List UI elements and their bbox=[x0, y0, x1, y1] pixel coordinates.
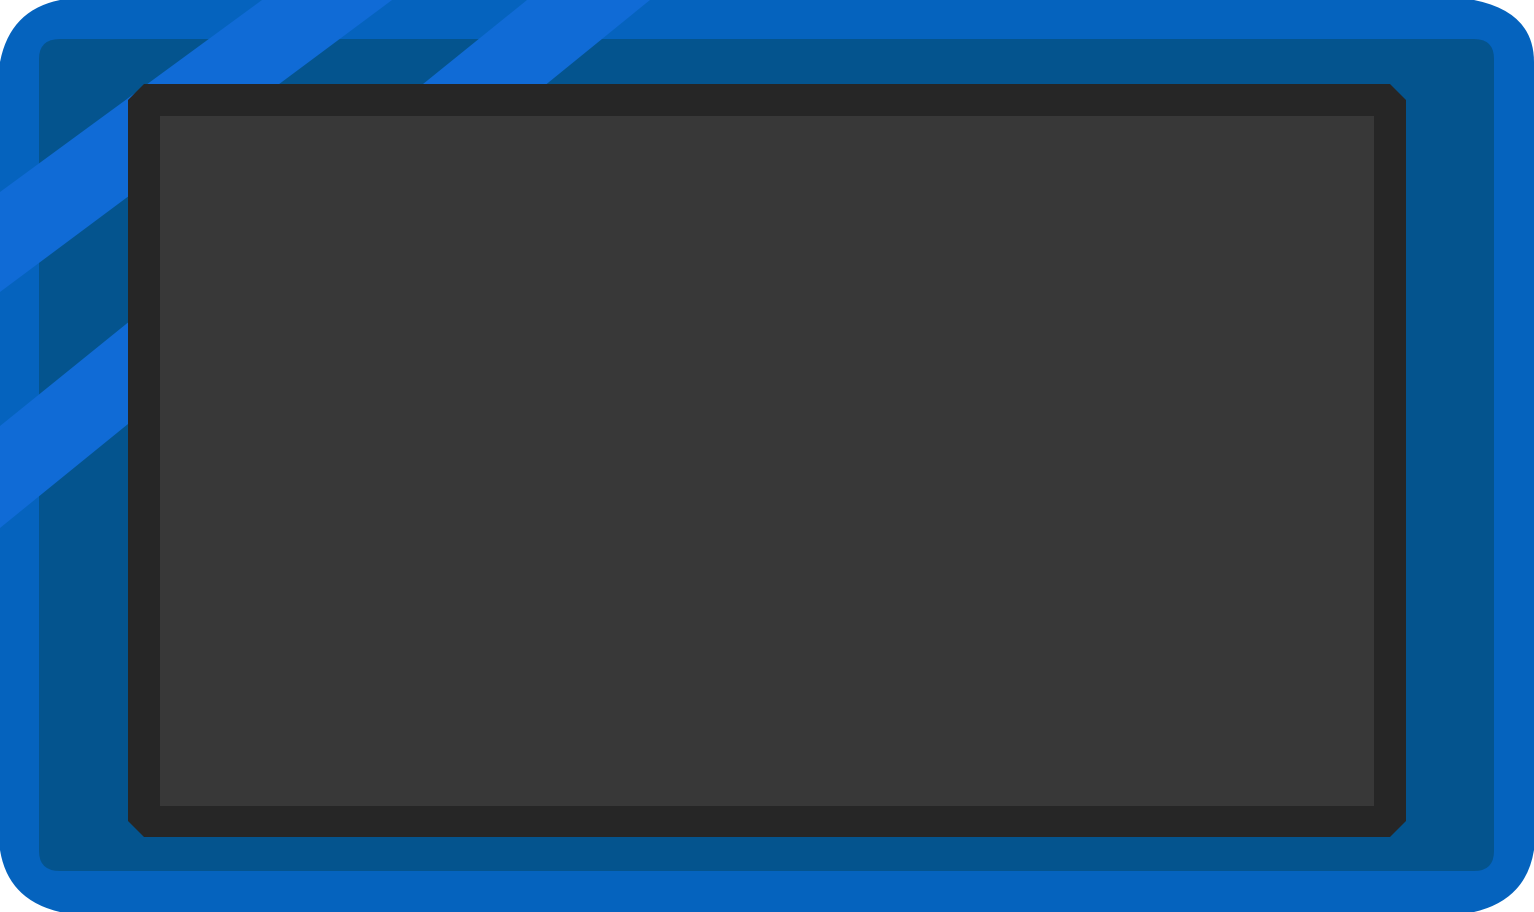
device-window bbox=[0, 0, 1534, 912]
screen-surface[interactable] bbox=[160, 116, 1374, 806]
